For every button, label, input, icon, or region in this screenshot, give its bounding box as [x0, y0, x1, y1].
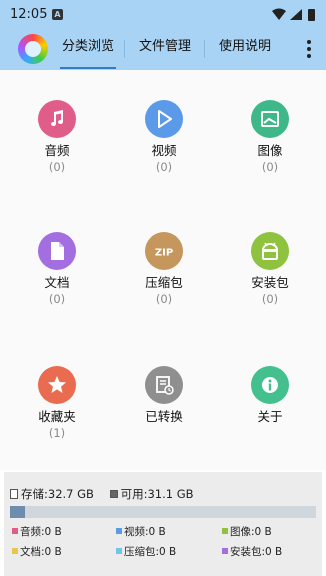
app-logo-icon [18, 34, 48, 64]
legend-swatch [12, 528, 18, 534]
category-count: (0) [261, 160, 279, 174]
legend-label: 视频:0 B [124, 526, 166, 538]
storage-usage-bar [10, 506, 316, 518]
system-status-icons [272, 8, 315, 21]
storage-total: 存储:32.7 GB [21, 487, 94, 501]
free-space-icon [109, 490, 118, 498]
legend-apk: 安装包:0 B [222, 544, 282, 559]
category-image[interactable]: 图像 (0) [225, 100, 315, 175]
legend-swatch [12, 548, 18, 554]
category-count: (0) [48, 160, 66, 174]
signal-icon [290, 9, 302, 20]
storage-panel: 存储:32.7 GB 可用:31.1 GB 音频:0 B 视频:0 B 图像:0… [4, 472, 322, 576]
category-count: (0) [155, 160, 173, 174]
tab-divider [124, 40, 125, 58]
category-apk[interactable]: 安装包 (0) [225, 232, 315, 307]
tab-instructions[interactable]: 使用说明 [212, 30, 278, 70]
category-count: (0) [48, 292, 66, 306]
storage-icon [10, 489, 18, 499]
storage-summary: 存储:32.7 GB 可用:31.1 GB [10, 486, 194, 502]
category-label: 文档 [44, 275, 70, 290]
app-bar: 分类浏览 文件管理 使用说明 [0, 30, 326, 70]
battery-icon [308, 9, 315, 21]
music-note-icon [38, 100, 76, 138]
category-count: (0) [155, 292, 173, 306]
tab-category-browse[interactable]: 分类浏览 [56, 30, 120, 70]
category-label: 已转换 [145, 409, 183, 424]
status-time: 12:05 [10, 7, 48, 22]
category-label: 关于 [257, 409, 283, 424]
category-label: 安装包 [251, 275, 289, 290]
legend-image: 图像:0 B [222, 524, 272, 539]
category-favorites[interactable]: 收藏夹 (1) [12, 366, 102, 441]
legend-label: 音频:0 B [20, 526, 62, 538]
legend-swatch [116, 548, 122, 554]
legend-archive: 压缩包:0 B [116, 544, 176, 559]
legend-audio: 音频:0 B [12, 524, 62, 539]
category-label: 压缩包 [145, 275, 183, 290]
legend-label: 安装包:0 B [230, 546, 283, 558]
category-label: 视频 [151, 143, 177, 158]
tab-file-manager[interactable]: 文件管理 [132, 30, 198, 70]
wifi-icon [272, 8, 286, 20]
legend-label: 图像:0 B [230, 526, 272, 538]
info-icon [251, 366, 289, 404]
category-count [119, 425, 209, 441]
category-converted[interactable]: 已转换 [119, 366, 209, 441]
document-icon [38, 232, 76, 270]
category-archive[interactable]: ZIP 压缩包 (0) [119, 232, 209, 307]
category-count: (0) [261, 292, 279, 306]
storage-usage-fill [10, 506, 25, 518]
star-icon [38, 366, 76, 404]
legend-swatch [222, 528, 228, 534]
legend-label: 压缩包:0 B [124, 546, 177, 558]
category-about[interactable]: 关于 [225, 366, 315, 441]
overflow-menu-icon[interactable] [306, 39, 312, 59]
storage-free: 可用:31.1 GB [120, 487, 194, 501]
svg-text:ZIP: ZIP [155, 248, 173, 259]
legend-swatch [116, 528, 122, 534]
category-label: 音频 [44, 143, 70, 158]
category-label: 收藏夹 [38, 409, 76, 424]
category-audio[interactable]: 音频 (0) [12, 100, 102, 175]
legend-document: 文档:0 B [12, 544, 62, 559]
legend-swatch [222, 548, 228, 554]
play-icon [145, 100, 183, 138]
image-icon [251, 100, 289, 138]
legend-video: 视频:0 B [116, 524, 166, 539]
category-label: 图像 [257, 143, 283, 158]
category-count: (1) [48, 426, 66, 440]
converted-icon [145, 366, 183, 404]
category-grid: 音频 (0) 视频 (0) 图像 (0) 文档 (0) ZIP 压缩包 (0) … [0, 70, 326, 470]
status-bar: 12:05 A [0, 0, 326, 30]
category-count [225, 425, 315, 441]
category-document[interactable]: 文档 (0) [12, 232, 102, 307]
tab-divider [204, 40, 205, 58]
category-video[interactable]: 视频 (0) [119, 100, 209, 175]
android-icon [251, 232, 289, 270]
zip-icon: ZIP [145, 232, 183, 270]
notification-badge-icon: A [52, 9, 63, 20]
legend-label: 文档:0 B [20, 546, 62, 558]
